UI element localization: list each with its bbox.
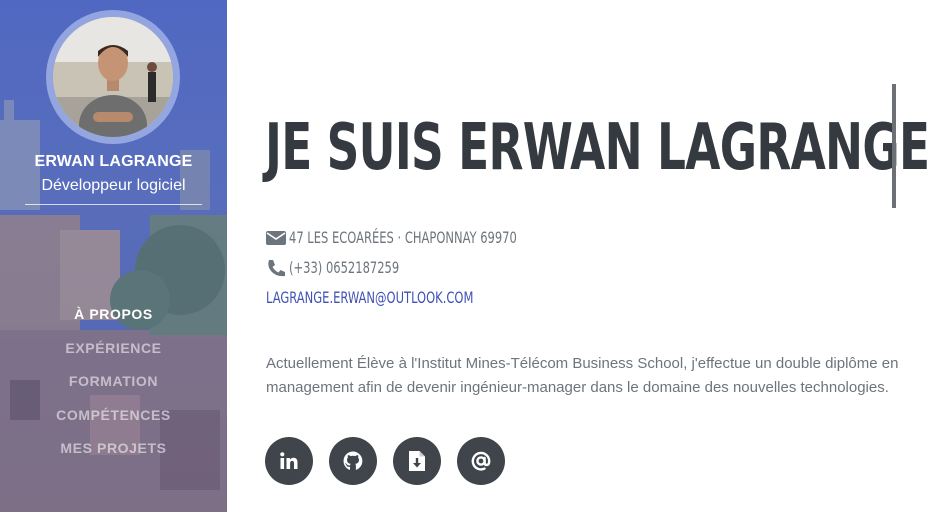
github-button[interactable] xyxy=(329,437,377,485)
linkedin-icon xyxy=(280,452,298,469)
address-text: 47 LES ECOARÉES · CHAPONNAY 69970 xyxy=(289,228,517,247)
avatar-ring xyxy=(46,10,180,144)
sidebar-name: ERWAN LAGRANGE xyxy=(34,153,193,170)
address-line: 47 LES ECOARÉES · CHAPONNAY 69970 xyxy=(266,227,574,249)
nav-item-mes-projets[interactable]: MES PROJETS xyxy=(0,439,227,473)
main-content: JE SUIS ERWAN LAGRANGE 47 LES ECOARÉES ·… xyxy=(227,0,933,512)
phone-icon xyxy=(268,260,285,277)
social-links xyxy=(265,437,505,485)
phone-text: (+33) 0652187259 xyxy=(289,258,400,277)
envelope-icon xyxy=(266,231,286,245)
file-download-icon xyxy=(409,451,425,471)
nav-item-a-propos[interactable]: À PROPOS xyxy=(0,305,227,339)
email-link[interactable]: LAGRANGE.ERWAN@OUTLOOK.COM xyxy=(266,287,473,309)
email-line: LAGRANGE.ERWAN@OUTLOOK.COM xyxy=(266,287,525,309)
nav-item-experience[interactable]: EXPÉRIENCE xyxy=(0,339,227,373)
phone-line: (+33) 0652187259 xyxy=(266,257,427,279)
github-icon xyxy=(343,451,363,470)
bio-text: Actuellement Élève à l'Institut Mines-Té… xyxy=(266,355,899,396)
email-button[interactable] xyxy=(457,437,505,485)
sidebar: ERWAN LAGRANGE Développeur logiciel À PR… xyxy=(0,0,227,512)
typing-caret xyxy=(892,84,896,208)
linkedin-button[interactable] xyxy=(265,437,313,485)
at-icon xyxy=(471,451,491,471)
sidebar-nav: À PROPOS EXPÉRIENCE FORMATION COMPÉTENCE… xyxy=(0,305,227,473)
nav-item-competences[interactable]: COMPÉTENCES xyxy=(0,406,227,440)
nav-item-formation[interactable]: FORMATION xyxy=(0,372,227,406)
avatar xyxy=(53,17,173,137)
sidebar-divider xyxy=(25,204,202,205)
cv-download-button[interactable] xyxy=(393,437,441,485)
page-title: JE SUIS ERWAN LAGRANGE xyxy=(265,111,930,185)
sidebar-role: Développeur logiciel xyxy=(41,177,186,194)
